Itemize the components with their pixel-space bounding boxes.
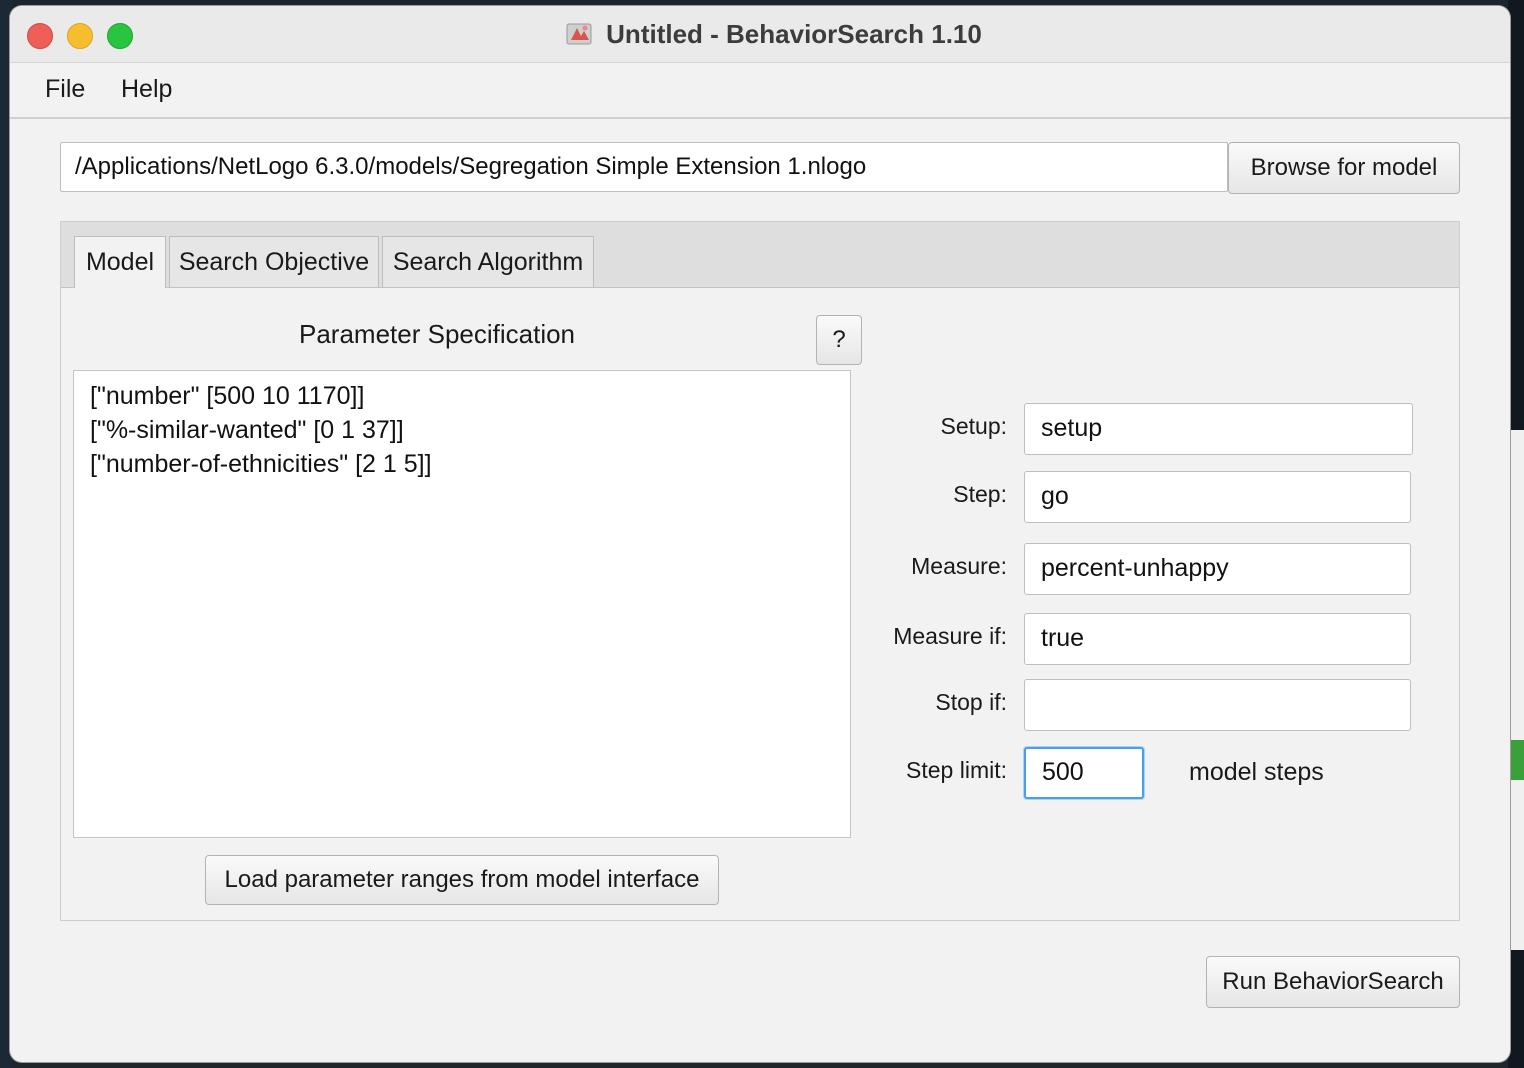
browse-for-model-button[interactable]: Browse for model — [1228, 142, 1460, 194]
menu-file[interactable]: File — [45, 75, 85, 104]
behaviorsearch-app-icon — [566, 23, 592, 45]
tab-model[interactable]: Model — [74, 236, 166, 288]
parameter-line: ["%-similar-wanted" [0 1 37]] — [90, 416, 404, 444]
tab-search-objective[interactable]: Search Objective — [169, 236, 379, 287]
load-parameter-ranges-button[interactable]: Load parameter ranges from model interfa… — [205, 855, 719, 905]
setup-label: Setup: — [940, 413, 1008, 439]
background-green-strip — [1508, 740, 1524, 780]
step-limit-units: model steps — [1189, 758, 1324, 786]
menu-bar: File Help — [10, 63, 1510, 119]
tab-strip: Model Search Objective Search Algorithm — [61, 222, 1459, 288]
measure-if-input[interactable]: true — [1024, 613, 1411, 665]
stop-if-input[interactable] — [1024, 679, 1411, 731]
title-bar[interactable]: Untitled - BehaviorSearch 1.10 — [10, 6, 1510, 63]
stop-if-label: Stop if: — [935, 689, 1007, 715]
parameter-specification-textarea[interactable]: ["number" [500 10 1170]] ["%-similar-wan… — [73, 370, 851, 838]
measure-input[interactable]: percent-unhappy — [1024, 543, 1411, 595]
step-limit-input[interactable]: 500 — [1024, 747, 1144, 799]
behaviorsearch-window: Untitled - BehaviorSearch 1.10 File Help… — [10, 6, 1510, 1062]
model-path-field[interactable]: /Applications/NetLogo 6.3.0/models/Segre… — [60, 142, 1228, 192]
measure-if-label: Measure if: — [893, 623, 1007, 649]
run-behaviorsearch-button[interactable]: Run BehaviorSearch — [1206, 956, 1460, 1008]
measure-label: Measure: — [911, 553, 1007, 579]
step-input[interactable]: go — [1024, 471, 1411, 523]
step-label: Step: — [953, 481, 1007, 507]
step-limit-label: Step limit: — [906, 757, 1007, 783]
settings-panel: Model Search Objective Search Algorithm … — [60, 221, 1460, 921]
parameter-line: ["number" [500 10 1170]] — [90, 382, 365, 410]
window-title: Untitled - BehaviorSearch 1.10 — [606, 18, 982, 49]
parameter-help-button[interactable]: ? — [816, 315, 862, 365]
tab-search-algorithm[interactable]: Search Algorithm — [382, 236, 594, 287]
menu-help[interactable]: Help — [121, 75, 172, 104]
background-window-right — [1508, 430, 1524, 950]
parameter-line: ["number-of-ethnicities" [2 1 5]] — [90, 450, 432, 478]
setup-input[interactable]: setup — [1024, 403, 1413, 455]
parameter-specification-heading: Parameter Specification — [299, 319, 576, 349]
